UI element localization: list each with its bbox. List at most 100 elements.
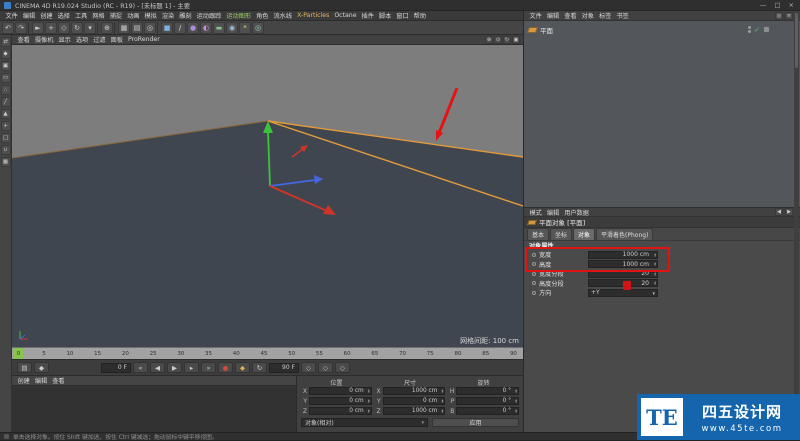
viewport-menu-item[interactable]: 查看 xyxy=(15,35,32,44)
next-frame-button[interactable]: ▸ xyxy=(184,362,199,373)
viewport-menu-item[interactable]: ProRender xyxy=(125,36,162,43)
attribute-manager-menu-item[interactable]: 编辑 xyxy=(544,208,561,217)
viewport-menu-item[interactable]: 选项 xyxy=(73,35,90,44)
coordinate-field[interactable]: 0 ° xyxy=(456,387,520,395)
enable-axis-icon[interactable]: + xyxy=(0,121,11,131)
main-menu-item[interactable]: 动画 xyxy=(125,11,142,20)
materials-menu-item[interactable]: 查看 xyxy=(50,376,67,385)
visibility-dots-icon[interactable] xyxy=(748,26,752,33)
separator[interactable] xyxy=(28,21,31,34)
attribute-tab[interactable]: 对象 xyxy=(573,227,596,241)
attribute-manager-menu-item[interactable]: 模式 xyxy=(527,208,544,217)
main-menu-item[interactable]: 窗口 xyxy=(394,11,411,20)
subdivision-surface-icon[interactable]: ● xyxy=(187,21,199,34)
main-menu-item[interactable]: 创建 xyxy=(38,11,55,20)
main-menu-item[interactable]: 文件 xyxy=(3,11,20,20)
coordinate-mode-dropdown[interactable]: 对象(相对) xyxy=(301,418,428,427)
points-mode-icon[interactable]: ∴ xyxy=(0,85,11,95)
object-row[interactable]: 平面 ✓ xyxy=(524,24,800,35)
main-menu-item[interactable]: 工具 xyxy=(73,11,90,20)
render-settings-icon[interactable]: ◎ xyxy=(144,21,156,34)
object-manager-menu-item[interactable]: 编辑 xyxy=(544,11,561,20)
main-menu-item[interactable]: 运动跟踪 xyxy=(194,11,224,20)
light-icon[interactable]: * xyxy=(239,21,251,34)
object-manager-menu-item[interactable]: 查看 xyxy=(562,11,579,20)
goto-end-button[interactable]: » xyxy=(201,362,216,373)
start-frame-field[interactable]: 0 F xyxy=(101,362,131,373)
zoom-view-icon[interactable]: ⊙ xyxy=(494,35,502,44)
workplane-mode-icon[interactable]: ▭ xyxy=(0,73,11,83)
record-position-icon[interactable]: ◇ xyxy=(301,362,316,373)
attribute-tab[interactable]: 平滑着色(Phong) xyxy=(596,227,654,241)
attribute-manager-menu-item[interactable]: 用户数据 xyxy=(562,208,592,217)
coordinate-field[interactable]: 0 cm xyxy=(309,397,372,405)
separator[interactable] xyxy=(157,21,160,34)
undo-icon[interactable]: ↶ xyxy=(2,21,14,34)
coordinate-field[interactable]: 0 cm xyxy=(309,407,372,415)
attribute-tab[interactable]: 坐标 xyxy=(550,227,573,241)
edges-mode-icon[interactable]: ╱ xyxy=(0,97,11,107)
main-menu-item[interactable]: 角色 xyxy=(254,11,271,20)
viewport-menu-item[interactable]: 显示 xyxy=(56,35,73,44)
key-interpolation-icon[interactable]: ◆ xyxy=(34,362,49,373)
record-rotation-icon[interactable]: ◇ xyxy=(335,362,350,373)
autokey-button[interactable]: ◆ xyxy=(235,362,250,373)
live-selection-icon[interactable]: ► xyxy=(32,21,44,34)
render-picture-viewer-icon[interactable]: ▤ xyxy=(131,21,143,34)
timeline-ruler[interactable]: 0 051015202530354045505560657075808590 xyxy=(12,347,523,360)
deformer-icon[interactable]: ◐ xyxy=(200,21,212,34)
coordinate-field[interactable]: 1000 cm xyxy=(382,387,446,395)
coordinate-field[interactable]: 0 ° xyxy=(456,397,520,405)
camera-icon[interactable]: ◉ xyxy=(226,21,238,34)
main-menu-item[interactable]: 雕刻 xyxy=(177,11,194,20)
maximize-button[interactable]: □ xyxy=(774,1,780,9)
main-menu-item[interactable]: 渲染 xyxy=(159,11,176,20)
object-manager-menu-item[interactable]: 对象 xyxy=(579,11,596,20)
pan-view-icon[interactable]: ⊕ xyxy=(485,35,493,44)
primitive-cube-icon[interactable]: ■ xyxy=(161,21,173,34)
main-menu-item[interactable]: 编辑 xyxy=(20,11,37,20)
environment-icon[interactable]: ◎ xyxy=(252,21,264,34)
apply-button[interactable]: 应用 xyxy=(432,418,519,427)
polygons-mode-icon[interactable]: ▲ xyxy=(0,109,11,119)
redo-icon[interactable]: ↷ xyxy=(15,21,27,34)
play-button[interactable]: ▶ xyxy=(167,362,182,373)
rotate-tool-icon[interactable]: ↻ xyxy=(71,21,83,34)
object-manager-menu-item[interactable]: 书签 xyxy=(614,11,631,20)
workplane-lock-icon[interactable]: ▦ xyxy=(0,157,11,167)
viewport-menu-item[interactable]: 过滤 xyxy=(91,35,108,44)
main-menu-item[interactable]: 网格 xyxy=(90,11,107,20)
keyframe-dot-icon[interactable] xyxy=(532,290,536,295)
materials-menu-item[interactable]: 创建 xyxy=(15,376,32,385)
loop-button[interactable]: ↻ xyxy=(252,362,267,373)
om-search-icon[interactable]: ◎ xyxy=(775,11,783,20)
coordinate-system-icon[interactable]: ⊕ xyxy=(101,21,113,34)
coordinate-field[interactable]: 1000 cm xyxy=(382,407,446,415)
keyframe-dot-icon[interactable] xyxy=(532,271,536,276)
separator[interactable] xyxy=(97,21,100,34)
main-menu-item[interactable]: 选择 xyxy=(55,11,72,20)
goto-start-button[interactable]: « xyxy=(133,362,148,373)
main-menu-item[interactable]: X-Particles xyxy=(295,12,332,19)
scrollbar-thumb[interactable] xyxy=(795,13,798,68)
minimize-button[interactable]: — xyxy=(760,1,767,9)
timeline-mode-icon[interactable]: ▤ xyxy=(17,362,32,373)
materials-menu-item[interactable]: 编辑 xyxy=(32,376,49,385)
close-button[interactable]: × xyxy=(789,1,794,9)
record-scale-icon[interactable]: ◇ xyxy=(318,362,333,373)
viewport-menu-item[interactable]: 摄像机 xyxy=(32,35,56,44)
object-manager-list[interactable]: 平面 ✓ xyxy=(524,21,800,207)
main-menu-item[interactable]: 脚本 xyxy=(376,11,393,20)
object-manager-menu-item[interactable]: 标签 xyxy=(597,11,614,20)
main-menu-item[interactable]: 捕捉 xyxy=(107,11,124,20)
right-panel-scrollbar[interactable] xyxy=(794,11,799,432)
main-menu-item[interactable]: 运动图形 xyxy=(224,11,254,20)
separator[interactable] xyxy=(114,21,117,34)
viewport-canvas[interactable]: 网格间距: 100 cm xyxy=(12,45,523,347)
last-tool-icon[interactable]: ▾ xyxy=(84,21,96,34)
make-editable-icon[interactable]: ⇄ xyxy=(0,37,11,47)
scale-tool-icon[interactable]: ◇ xyxy=(58,21,70,34)
attribute-tab[interactable]: 基本 xyxy=(527,227,550,241)
main-menu-item[interactable]: Octane xyxy=(332,12,359,19)
materials-list-area[interactable] xyxy=(12,386,296,432)
